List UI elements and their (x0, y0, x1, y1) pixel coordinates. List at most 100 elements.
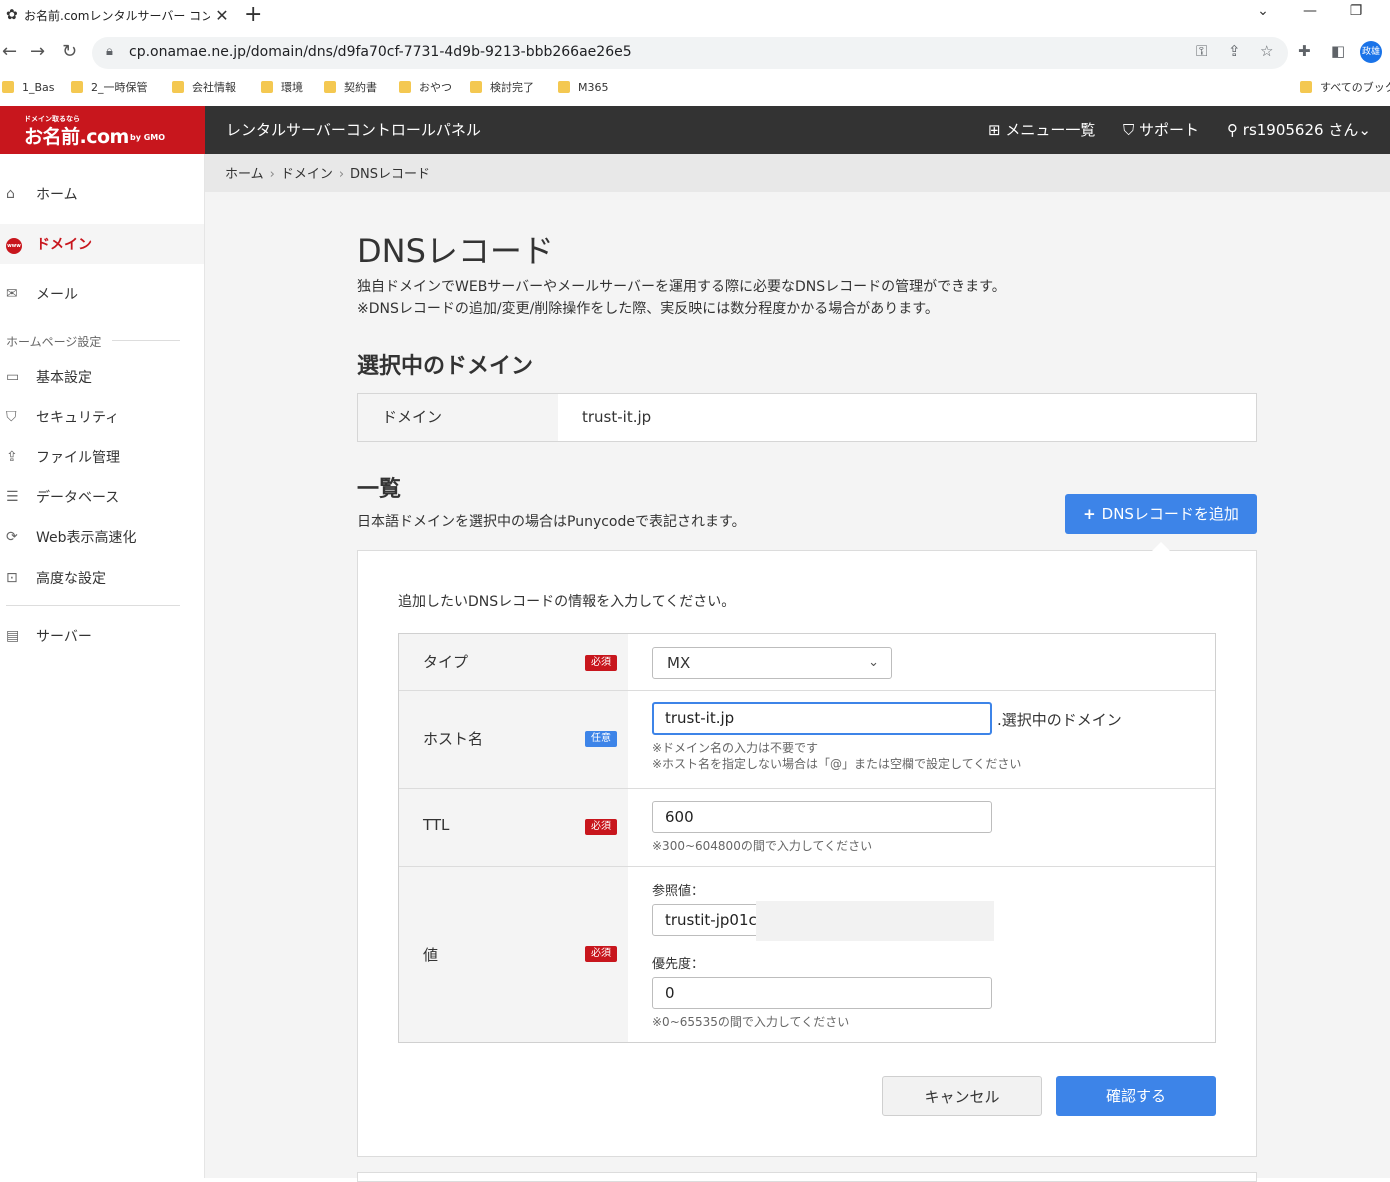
tab-title: お名前.comレンタルサーバー コントロー (24, 8, 210, 23)
list-description: 日本語ドメインを選択中の場合はPunycodeで表記されます。 (357, 514, 746, 530)
all-bookmarks-folder[interactable]: すべてのブック (1300, 76, 1390, 98)
book-icon: ⛉ (1123, 121, 1135, 139)
type-select[interactable]: MX ⌄ (652, 647, 892, 679)
add-dns-record-button[interactable]: + DNSレコードを追加 (1065, 494, 1257, 534)
onamae-logo[interactable]: ドメイン取るなら お名前.com by GMO (0, 106, 205, 154)
upload-icon: ⇪ (6, 449, 18, 465)
speed-icon: ⟳ (6, 529, 18, 545)
panel-pointer (1152, 542, 1170, 551)
sidebar-item-security[interactable]: ⛉ セキュリティ (0, 397, 204, 437)
required-badge: 必須 (585, 819, 617, 835)
host-label: ホスト名 (423, 730, 484, 748)
domain-label: ドメイン (358, 394, 558, 441)
record-list-panel (357, 1172, 1257, 1182)
divider (399, 866, 1215, 867)
bookmark-folder[interactable]: おやつ (399, 76, 452, 98)
folder-icon (558, 81, 570, 93)
confirm-button[interactable]: 確認する (1056, 1076, 1216, 1116)
sidebar-item-web-speed[interactable]: ⟳ Web表示高速化 (0, 517, 204, 557)
page-title: DNSレコード (357, 232, 554, 270)
priority-input[interactable]: 0 (652, 977, 992, 1009)
shield-icon: ⛉ (6, 409, 17, 425)
extensions-icon[interactable]: ✚ (1298, 42, 1311, 60)
close-tab-icon[interactable]: ✕ (210, 6, 234, 25)
domain-value: trust-it.jp (582, 408, 652, 426)
bookmark-folder[interactable]: 契約書 (324, 76, 377, 98)
new-tab-icon[interactable]: + (244, 2, 262, 27)
bookmark-folder[interactable]: M365 (558, 76, 609, 98)
menu-list-link[interactable]: ⊞ メニュー一覧 (988, 119, 1095, 140)
lock-icon[interactable]: 🔒︎ (106, 44, 113, 59)
support-link[interactable]: ⛉ サポート (1123, 119, 1199, 140)
label-column (399, 634, 628, 1042)
ttl-label: TTL (423, 816, 450, 834)
priority-hint: ※0~65535の間で入力してください (652, 1015, 850, 1029)
reference-value-label: 参照値： (652, 884, 705, 899)
site-favicon-icon: ✿ (6, 7, 18, 23)
settings-monitor-icon: ⊡ (6, 570, 18, 586)
host-hint: ※ホスト名を指定しない場合は「@」または空欄で設定してください (652, 757, 1022, 771)
selected-domain-heading: 選択中のドメイン (357, 354, 534, 379)
page-description: 独自ドメインでWEBサーバーやメールサーバーを運用する際に必要なDNSレコードの… (357, 279, 1006, 295)
folder-icon (71, 81, 83, 93)
share-icon[interactable]: ⇪ (1228, 42, 1241, 60)
bookmark-folder[interactable]: 1_Bas (2, 76, 55, 98)
user-menu[interactable]: ⚲ rs1905626 さん⌄ (1227, 119, 1371, 140)
sidebar-item-mail[interactable]: ✉ メール (0, 274, 204, 314)
sidebar-item-database[interactable]: ☰ データベース (0, 477, 204, 517)
divider (399, 788, 1215, 789)
side-panel-icon[interactable]: ◧ (1331, 42, 1345, 60)
breadcrumb-home[interactable]: ホーム (225, 167, 264, 182)
url-text[interactable]: cp.onamae.ne.jp/domain/dns/d9fa70cf-7731… (129, 44, 632, 60)
monitor-icon: ▭ (6, 369, 20, 385)
cancel-button[interactable]: キャンセル (882, 1076, 1042, 1116)
browser-tab[interactable]: ✿ お名前.comレンタルサーバー コントロー ✕ (0, 0, 234, 30)
ttl-input[interactable]: 600 (652, 801, 992, 833)
sidebar-section-heading: ホームページ設定 (6, 335, 102, 349)
breadcrumb: ホーム › ドメイン › DNSレコード (225, 163, 430, 182)
ttl-hint: ※300~604800の間で入力してください (652, 839, 873, 853)
host-suffix: .選択中のドメイン (997, 711, 1122, 729)
divider (112, 340, 180, 341)
priority-label: 優先度： (652, 957, 705, 972)
divider (6, 605, 180, 606)
forward-icon[interactable]: → (30, 41, 45, 62)
redacted-blur (756, 901, 994, 941)
sidebar-item-advanced-settings[interactable]: ⊡ 高度な設定 (0, 558, 204, 598)
bookmark-folder[interactable]: 会社情報 (172, 76, 236, 98)
chevron-right-icon: › (338, 167, 345, 182)
user-icon: ⚲ (1227, 121, 1238, 139)
bookmark-folder[interactable]: 2_一時保管 (71, 76, 148, 98)
sidebar-item-server[interactable]: ▤ サーバー (0, 616, 204, 656)
minimize-icon[interactable]: — (1290, 3, 1330, 19)
plus-icon: + (1083, 505, 1096, 523)
folder-icon (324, 81, 336, 93)
host-input[interactable]: trust-it.jp (652, 702, 992, 735)
chevron-down-icon: ⌄ (868, 655, 879, 670)
star-icon[interactable]: ☆ (1260, 42, 1273, 60)
folder-icon (172, 81, 184, 93)
sidebar-item-home[interactable]: ⌂ ホーム (0, 174, 204, 214)
back-icon[interactable]: ← (2, 41, 17, 62)
bookmark-folder[interactable]: 検討完了 (470, 76, 534, 98)
profile-avatar[interactable]: 政雄 (1360, 41, 1382, 63)
sidebar-item-file-management[interactable]: ⇪ ファイル管理 (0, 437, 204, 477)
folder-icon (399, 81, 411, 93)
folder-icon (470, 81, 482, 93)
tab-search-chevron-icon[interactable]: ⌄ (1243, 3, 1283, 19)
key-icon[interactable]: ⚿ (1196, 42, 1207, 60)
server-icon: ▤ (6, 628, 20, 644)
type-label: タイプ (423, 653, 469, 671)
reload-icon[interactable]: ↻ (62, 41, 77, 62)
browser-tab-strip: ✿ お名前.comレンタルサーバー コントロー ✕ + ⌄ — ❐ (0, 0, 1390, 30)
optional-badge: 任意 (585, 731, 617, 747)
folder-icon (2, 81, 14, 93)
breadcrumb-domain[interactable]: ドメイン (281, 167, 333, 182)
bookmarks-bar: 1_Bas 2_一時保管 会社情報 環境 契約書 おやつ 検討完了 M365 す… (0, 76, 1390, 102)
grid-icon: ⊞ (988, 121, 1001, 139)
sidebar-item-basic-settings[interactable]: ▭ 基本設定 (0, 357, 204, 397)
selected-domain-box: ドメイン trust-it.jp (357, 393, 1257, 442)
bookmark-folder[interactable]: 環境 (261, 76, 303, 98)
sidebar-item-domain[interactable]: www ドメイン (0, 224, 204, 264)
restore-icon[interactable]: ❐ (1336, 3, 1376, 19)
